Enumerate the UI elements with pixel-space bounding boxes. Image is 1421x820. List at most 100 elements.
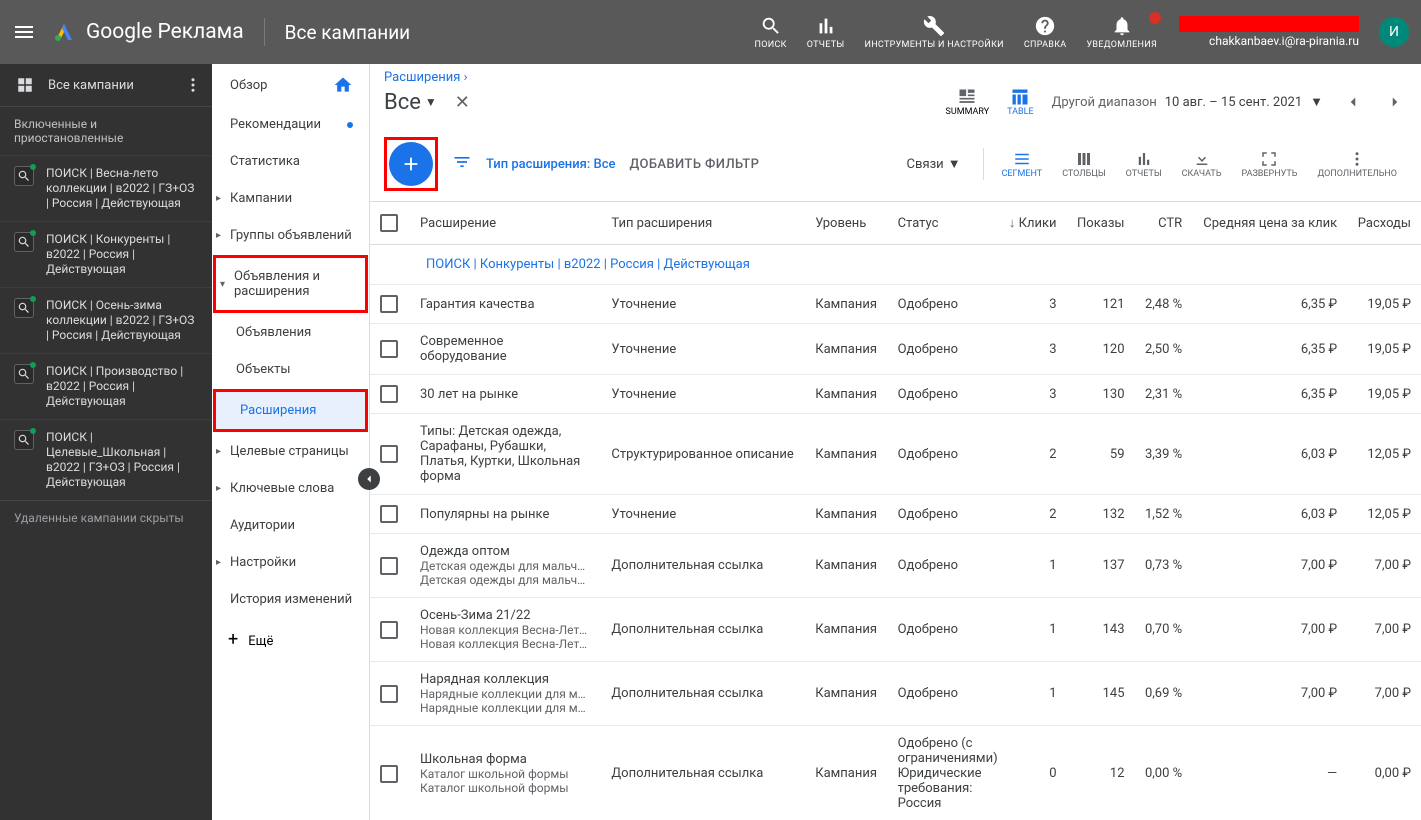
nav-history[interactable]: История изменений (212, 581, 369, 618)
table-row[interactable]: Популярны на рынкеУточнениеКампанияОдобр… (370, 495, 1421, 534)
row-checkbox[interactable] (380, 295, 398, 313)
close-icon[interactable]: ✕ (455, 92, 470, 113)
table-row[interactable]: Осень-Зима 21/22Новая коллекция Весна-Ле… (370, 598, 1421, 662)
table-row[interactable]: 30 лет на рынкеУточнениеКампанияОдобрено… (370, 375, 1421, 414)
row-checkbox[interactable] (380, 340, 398, 358)
cell-extension: 30 лет на рынке (410, 375, 601, 414)
row-checkbox[interactable] (380, 765, 398, 783)
nav-audiences[interactable]: Аудитории (212, 507, 369, 544)
table-row[interactable]: Нарядная коллекцияНарядные коллекции для… (370, 662, 1421, 726)
nav-extensions[interactable]: Расширения (216, 392, 365, 429)
notifications-button[interactable]: УВЕДОМЛЕНИЯ (1076, 14, 1167, 50)
row-checkbox[interactable] (380, 505, 398, 523)
next-period-button[interactable] (1383, 90, 1407, 114)
nav-keywords[interactable]: Ключевые слова (212, 470, 369, 507)
view-table[interactable]: TABLE (1007, 87, 1033, 117)
cell-impressions: 145 (1067, 662, 1135, 726)
nav-campaigns[interactable]: Кампании (212, 180, 369, 217)
cell-ctr: 2,48 % (1135, 285, 1193, 324)
filter-icon[interactable] (452, 152, 472, 176)
row-checkbox[interactable] (380, 621, 398, 639)
hamburger-icon[interactable] (12, 20, 36, 44)
col-clicks[interactable]: ↓ Клики (998, 202, 1066, 245)
account-info[interactable]: chakkanbaev.i@ra-pirania.ru (1179, 16, 1359, 48)
cell-impressions: 130 (1067, 375, 1135, 414)
cell-status: Одобрено (888, 285, 999, 324)
view-summary[interactable]: SUMMARY (946, 87, 990, 117)
filter-chip[interactable]: Тип расширения: Все (486, 157, 616, 172)
nav-landing-pages[interactable]: Целевые страницы (212, 433, 369, 470)
col-extension[interactable]: Расширение (410, 202, 601, 245)
search-button[interactable]: ПОИСК (745, 14, 797, 50)
cell-status: Одобрено (888, 598, 999, 662)
col-impressions[interactable]: Показы (1067, 202, 1135, 245)
col-ctr[interactable]: CTR (1135, 202, 1193, 245)
nav-more[interactable]: +Ещё (212, 618, 369, 661)
row-checkbox[interactable] (380, 557, 398, 575)
cell-ctr: 1,52 % (1135, 495, 1193, 534)
prev-period-button[interactable] (1341, 90, 1365, 114)
nav-statistics[interactable]: Статистика (212, 143, 369, 180)
help-button[interactable]: СПРАВКА (1014, 14, 1077, 50)
nav-recommendations[interactable]: Рекомендации (212, 106, 369, 143)
nav-overview[interactable]: Обзор (212, 64, 369, 106)
avatar[interactable]: И (1379, 17, 1409, 47)
associations-dropdown[interactable]: Связи▼ (893, 156, 975, 172)
nav-ads[interactable]: Объявления (212, 314, 369, 351)
breadcrumb[interactable]: Расширения › (370, 64, 1421, 87)
nav-sidebar: Обзор Рекомендации Статистика Кампании Г… (212, 64, 370, 820)
expand-button[interactable]: РАЗВЕРНУТЬ (1232, 149, 1308, 179)
logo[interactable]: Google Реклама (52, 20, 244, 44)
group-header[interactable]: ПОИСК | Конкуренты | в2022 | Россия | Де… (370, 245, 1421, 285)
col-type[interactable]: Тип расширения (601, 202, 805, 245)
sidebar-all-campaigns[interactable]: Все кампании (0, 64, 212, 106)
table-row[interactable]: Современное оборудованиеУточнениеКампани… (370, 324, 1421, 375)
select-all-checkbox[interactable] (380, 214, 398, 232)
cell-cpc: 7,00 ₽ (1192, 598, 1347, 662)
cell-ctr: 2,31 % (1135, 375, 1193, 414)
scope-selector[interactable]: Все▼ (384, 90, 437, 115)
col-cost[interactable]: Расходы (1347, 202, 1421, 245)
tools-button[interactable]: ИНСТРУМЕНТЫ И НАСТРОЙКИ (854, 14, 1013, 50)
campaign-tree-item[interactable]: ПОИСК | Весна-лето коллекции | в2022 | Г… (0, 155, 212, 221)
cell-status: Одобрено (888, 375, 999, 414)
col-level[interactable]: Уровень (805, 202, 887, 245)
table-row[interactable]: Типы: Детская одежда, Сарафаны, Рубашки,… (370, 414, 1421, 495)
row-checkbox[interactable] (380, 685, 398, 703)
cell-status: Одобрено (888, 324, 999, 375)
table-row[interactable]: Школьная формаКаталог школьной формыКата… (370, 726, 1421, 820)
col-status[interactable]: Статус (888, 202, 999, 245)
cell-clicks: 0 (998, 726, 1066, 820)
download-button[interactable]: СКАЧАТЬ (1172, 149, 1232, 179)
cell-level: Кампания (805, 495, 887, 534)
campaign-tree-item[interactable]: ПОИСК | Конкуренты | в2022 | Россия | Де… (0, 221, 212, 287)
campaign-tree-item[interactable]: ПОИСК | Целевые_Школьная | в2022 | ГЗ+ОЗ… (0, 419, 212, 500)
cell-cost: 12,05 ₽ (1347, 495, 1421, 534)
col-cpc[interactable]: Средняя цена за клик (1192, 202, 1347, 245)
main-content: Расширения › Все▼ ✕ SUMMARY TABLE Другой… (370, 64, 1421, 820)
divider (264, 18, 265, 46)
more-icon[interactable] (184, 76, 202, 94)
nav-ads-extensions[interactable]: Объявления и расширения (216, 258, 365, 310)
date-range-picker[interactable]: Другой диапазон 10 авг. – 15 сент. 2021 … (1052, 94, 1323, 110)
row-checkbox[interactable] (380, 445, 398, 463)
more-button[interactable]: ДОПОЛНИТЕЛЬНО (1307, 149, 1407, 179)
row-checkbox[interactable] (380, 385, 398, 403)
nav-adgroups[interactable]: Группы объявлений (212, 217, 369, 254)
nav-settings[interactable]: Настройки (212, 544, 369, 581)
segment-button[interactable]: СЕГМЕНТ (992, 149, 1053, 179)
cell-level: Кампания (805, 598, 887, 662)
columns-button[interactable]: СТОЛБЦЫ (1052, 149, 1115, 179)
campaign-tree-item[interactable]: ПОИСК | Осень-зима коллекции | в2022 | Г… (0, 287, 212, 353)
reports-button[interactable]: ОТЧЕТЫ (797, 14, 855, 50)
campaign-tree-item[interactable]: ПОИСК | Производство | в2022 | Россия | … (0, 353, 212, 419)
nav-objects[interactable]: Объекты (212, 351, 369, 388)
collapse-sidebar-button[interactable] (358, 468, 380, 490)
reports-button-tb[interactable]: ОТЧЕТЫ (1116, 149, 1172, 179)
table-row[interactable]: Одежда оптомДетская одежды для мальчи…Де… (370, 534, 1421, 598)
table-row[interactable]: Гарантия качестваУточнениеКампанияОдобре… (370, 285, 1421, 324)
add-extension-button[interactable] (389, 142, 433, 186)
add-filter-button[interactable]: ДОБАВИТЬ ФИЛЬТР (630, 157, 760, 172)
cell-type: Дополнительная ссылка (601, 662, 805, 726)
cell-impressions: 59 (1067, 414, 1135, 495)
